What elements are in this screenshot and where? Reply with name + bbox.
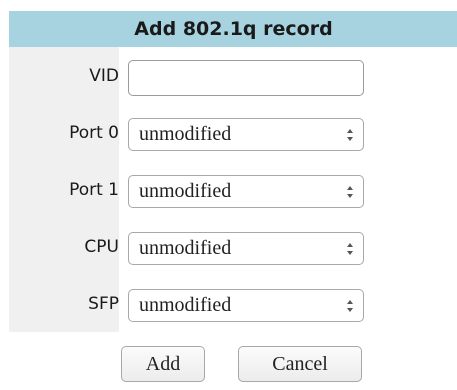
label-cell: SFP	[9, 275, 119, 332]
add-8021q-record-dialog: Add 802.1q record VID Port 0 unmodified …	[9, 11, 457, 382]
form-row-port1: Port 1 unmodified	[9, 161, 457, 218]
add-button[interactable]: Add	[121, 346, 205, 382]
sfp-label: SFP	[88, 294, 119, 314]
form-row-port0: Port 0 unmodified	[9, 104, 457, 161]
dialog-title: Add 802.1q record	[9, 11, 457, 47]
cpu-select-value: unmodified	[139, 237, 232, 259]
port1-select-value: unmodified	[139, 180, 232, 202]
label-cell: CPU	[9, 218, 119, 275]
form-row-sfp: SFP unmodified	[9, 275, 457, 332]
label-cell: VID	[9, 47, 119, 104]
port0-select[interactable]: unmodified	[128, 118, 364, 151]
up-down-arrows-icon	[337, 241, 363, 257]
port1-select[interactable]: unmodified	[128, 175, 364, 208]
button-row: Add Cancel	[9, 346, 457, 386]
label-cell: Port 0	[9, 104, 119, 161]
up-down-arrows-icon	[337, 184, 363, 200]
port0-label: Port 0	[69, 123, 119, 143]
up-down-arrows-icon	[337, 298, 363, 314]
port0-select-value: unmodified	[139, 123, 232, 145]
vid-input[interactable]	[128, 60, 364, 96]
dialog-title-text: Add 802.1q record	[134, 18, 333, 40]
form-row-vid: VID	[9, 47, 457, 104]
form-row-cpu: CPU unmodified	[9, 218, 457, 275]
vid-label: VID	[89, 66, 119, 86]
cpu-label: CPU	[84, 237, 119, 257]
cancel-button[interactable]: Cancel	[238, 346, 362, 382]
label-cell: Port 1	[9, 161, 119, 218]
sfp-select-value: unmodified	[139, 294, 232, 316]
port1-label: Port 1	[69, 180, 119, 200]
up-down-arrows-icon	[337, 127, 363, 143]
cpu-select[interactable]: unmodified	[128, 232, 364, 265]
sfp-select[interactable]: unmodified	[128, 289, 364, 322]
